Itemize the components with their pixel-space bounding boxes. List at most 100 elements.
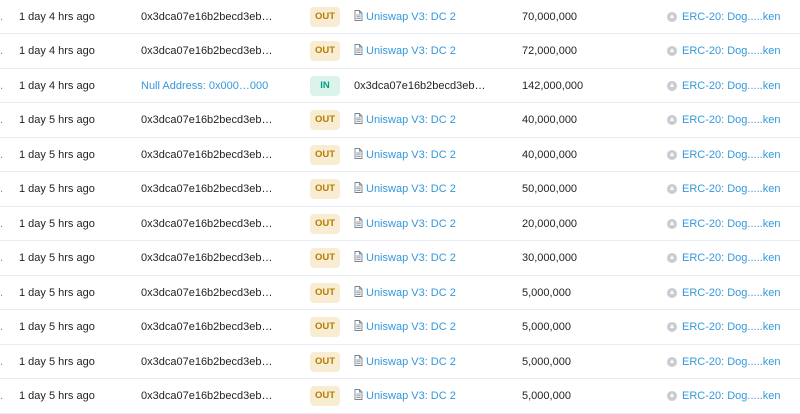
from-address: 0x3dca07e16b2becd3eb…: [141, 321, 273, 334]
from-address: 0x3dca07e16b2becd3eb…: [141, 114, 273, 127]
token-name: ERC-20: Dog.....ken: [682, 321, 781, 334]
table-row: . 1 day 4 hrs ago 0x3dca07e16b2becd3eb… OUT…: [0, 0, 800, 35]
from-address[interactable]: Null Address: 0x000…000: [141, 80, 268, 92]
transfer-age: 1 day 5 hrs ago: [19, 286, 95, 299]
to-address[interactable]: Uniswap V3: DC 2: [354, 147, 456, 162]
token-logo-icon: [667, 115, 677, 126]
token-logo-icon: [667, 253, 677, 264]
contract-document-icon: [354, 44, 363, 58]
row-edge-marker: .: [0, 10, 4, 23]
token-name: ERC-20: Dog.....ken: [682, 114, 781, 127]
to-address[interactable]: Uniswap V3: DC 2: [354, 44, 456, 58]
row-edge-marker: .: [0, 286, 4, 299]
transfer-quantity: 5,000,000: [522, 355, 571, 368]
token-logo-icon: [667, 80, 677, 91]
from-address: 0x3dca07e16b2becd3eb…: [141, 217, 273, 230]
transfer-age: 1 day 5 hrs ago: [19, 217, 95, 230]
table-row: . 1 day 5 hrs ago 0x3dca07e16b2becd3eb… OUT…: [0, 311, 800, 345]
transfer-age: 1 day 5 hrs ago: [19, 252, 95, 265]
direction-badge: OUT: [310, 248, 340, 269]
row-edge-marker: .: [0, 183, 4, 196]
transfer-age: 1 day 4 hrs ago: [19, 45, 95, 58]
contract-document-icon: [354, 320, 363, 334]
token-link[interactable]: ERC-20: Dog.....ken: [667, 321, 780, 333]
to-address-label: Uniswap V3: DC 2: [366, 114, 456, 127]
token-link[interactable]: ERC-20: Dog.....ken: [667, 287, 780, 299]
row-edge-marker: .: [0, 355, 4, 368]
to-address[interactable]: Uniswap V3: DC 2: [354, 216, 456, 231]
row-edge-marker: .: [0, 45, 4, 58]
row-edge-marker: .: [0, 217, 4, 230]
to-address: 0x3dca07e16b2becd3eb…: [354, 80, 486, 92]
to-address-label: 0x3dca07e16b2becd3eb…: [354, 79, 486, 92]
to-address-label: Uniswap V3: DC 2: [366, 148, 456, 161]
token-name: ERC-20: Dog.....ken: [682, 10, 781, 23]
transfer-quantity: 5,000,000: [522, 390, 571, 403]
to-address-label: Uniswap V3: DC 2: [366, 252, 456, 265]
token-link[interactable]: ERC-20: Dog.....ken: [667, 11, 780, 23]
row-edge-marker: .: [0, 321, 4, 334]
token-name: ERC-20: Dog.....ken: [682, 45, 781, 58]
token-name: ERC-20: Dog.....ken: [682, 355, 781, 368]
to-address[interactable]: Uniswap V3: DC 2: [354, 285, 456, 300]
direction-badge: OUT: [310, 179, 340, 200]
to-address-label: Uniswap V3: DC 2: [366, 286, 456, 299]
to-address[interactable]: Uniswap V3: DC 2: [354, 354, 456, 369]
transfer-age: 1 day 5 hrs ago: [19, 321, 95, 334]
token-link[interactable]: ERC-20: Dog.....ken: [667, 45, 780, 57]
contract-document-icon: [354, 9, 363, 24]
to-address[interactable]: Uniswap V3: DC 2: [354, 389, 456, 403]
contract-document-icon: [354, 113, 363, 127]
to-address[interactable]: Uniswap V3: DC 2: [354, 113, 456, 127]
transfer-quantity: 30,000,000: [522, 252, 578, 265]
to-address-label: Uniswap V3: DC 2: [366, 217, 456, 230]
transfer-age: 1 day 4 hrs ago: [19, 10, 95, 23]
token-link[interactable]: ERC-20: Dog.....ken: [667, 390, 780, 402]
transfer-quantity: 142,000,000: [522, 79, 584, 92]
to-address[interactable]: Uniswap V3: DC 2: [354, 182, 456, 196]
contract-document-icon: [354, 216, 363, 231]
to-address[interactable]: Uniswap V3: DC 2: [354, 9, 456, 24]
direction-badge: OUT: [310, 213, 340, 234]
transfer-quantity: 50,000,000: [522, 183, 578, 196]
token-name: ERC-20: Dog.....ken: [682, 183, 781, 196]
transfer-age: 1 day 5 hrs ago: [19, 148, 95, 161]
token-link[interactable]: ERC-20: Dog.....ken: [667, 218, 780, 230]
token-link[interactable]: ERC-20: Dog.....ken: [667, 114, 780, 126]
to-address[interactable]: Uniswap V3: DC 2: [354, 320, 456, 334]
from-address: 0x3dca07e16b2becd3eb…: [141, 10, 273, 23]
token-link[interactable]: ERC-20: Dog.....ken: [667, 183, 780, 195]
table-row: . 1 day 4 hrs ago Null Address: 0x000…000 I…: [0, 69, 800, 104]
token-logo-icon: [667, 322, 677, 333]
token-link[interactable]: ERC-20: Dog.....ken: [667, 149, 780, 161]
transfer-age: 1 day 5 hrs ago: [19, 390, 95, 403]
to-address[interactable]: Uniswap V3: DC 2: [354, 251, 456, 265]
contract-document-icon: [354, 285, 363, 300]
token-link[interactable]: ERC-20: Dog.....ken: [667, 252, 780, 264]
token-transfers-table: . 1 day 4 hrs ago 0x3dca07e16b2becd3eb… OUT…: [0, 0, 800, 414]
transfer-quantity: 20,000,000: [522, 217, 578, 230]
token-link[interactable]: ERC-20: Dog.....ken: [667, 356, 780, 368]
token-logo-icon: [667, 356, 677, 367]
contract-document-icon: [354, 182, 363, 196]
to-address-label: Uniswap V3: DC 2: [366, 321, 456, 334]
from-address: 0x3dca07e16b2becd3eb…: [141, 148, 273, 161]
from-address: 0x3dca07e16b2becd3eb…: [141, 252, 273, 265]
token-link[interactable]: ERC-20: Dog.....ken: [667, 80, 780, 92]
from-address: 0x3dca07e16b2becd3eb…: [141, 45, 273, 58]
to-address-label: Uniswap V3: DC 2: [366, 390, 456, 403]
token-logo-icon: [667, 287, 677, 298]
transfer-quantity: 40,000,000: [522, 114, 578, 127]
from-address: 0x3dca07e16b2becd3eb…: [141, 183, 273, 196]
from-address: 0x3dca07e16b2becd3eb…: [141, 286, 273, 299]
table-row: . 1 day 5 hrs ago 0x3dca07e16b2becd3eb… OUT…: [0, 345, 800, 380]
transfer-quantity: 5,000,000: [522, 321, 571, 334]
from-address: 0x3dca07e16b2becd3eb…: [141, 355, 273, 368]
table-row: . 1 day 5 hrs ago 0x3dca07e16b2becd3eb… OUT…: [0, 207, 800, 242]
transfer-age: 1 day 5 hrs ago: [19, 183, 95, 196]
direction-badge: IN: [310, 75, 340, 96]
token-logo-icon: [667, 46, 677, 57]
to-address-label: Uniswap V3: DC 2: [366, 10, 456, 23]
transfer-age: 1 day 5 hrs ago: [19, 355, 95, 368]
table-row: . 1 day 4 hrs ago 0x3dca07e16b2becd3eb… OUT…: [0, 35, 800, 69]
